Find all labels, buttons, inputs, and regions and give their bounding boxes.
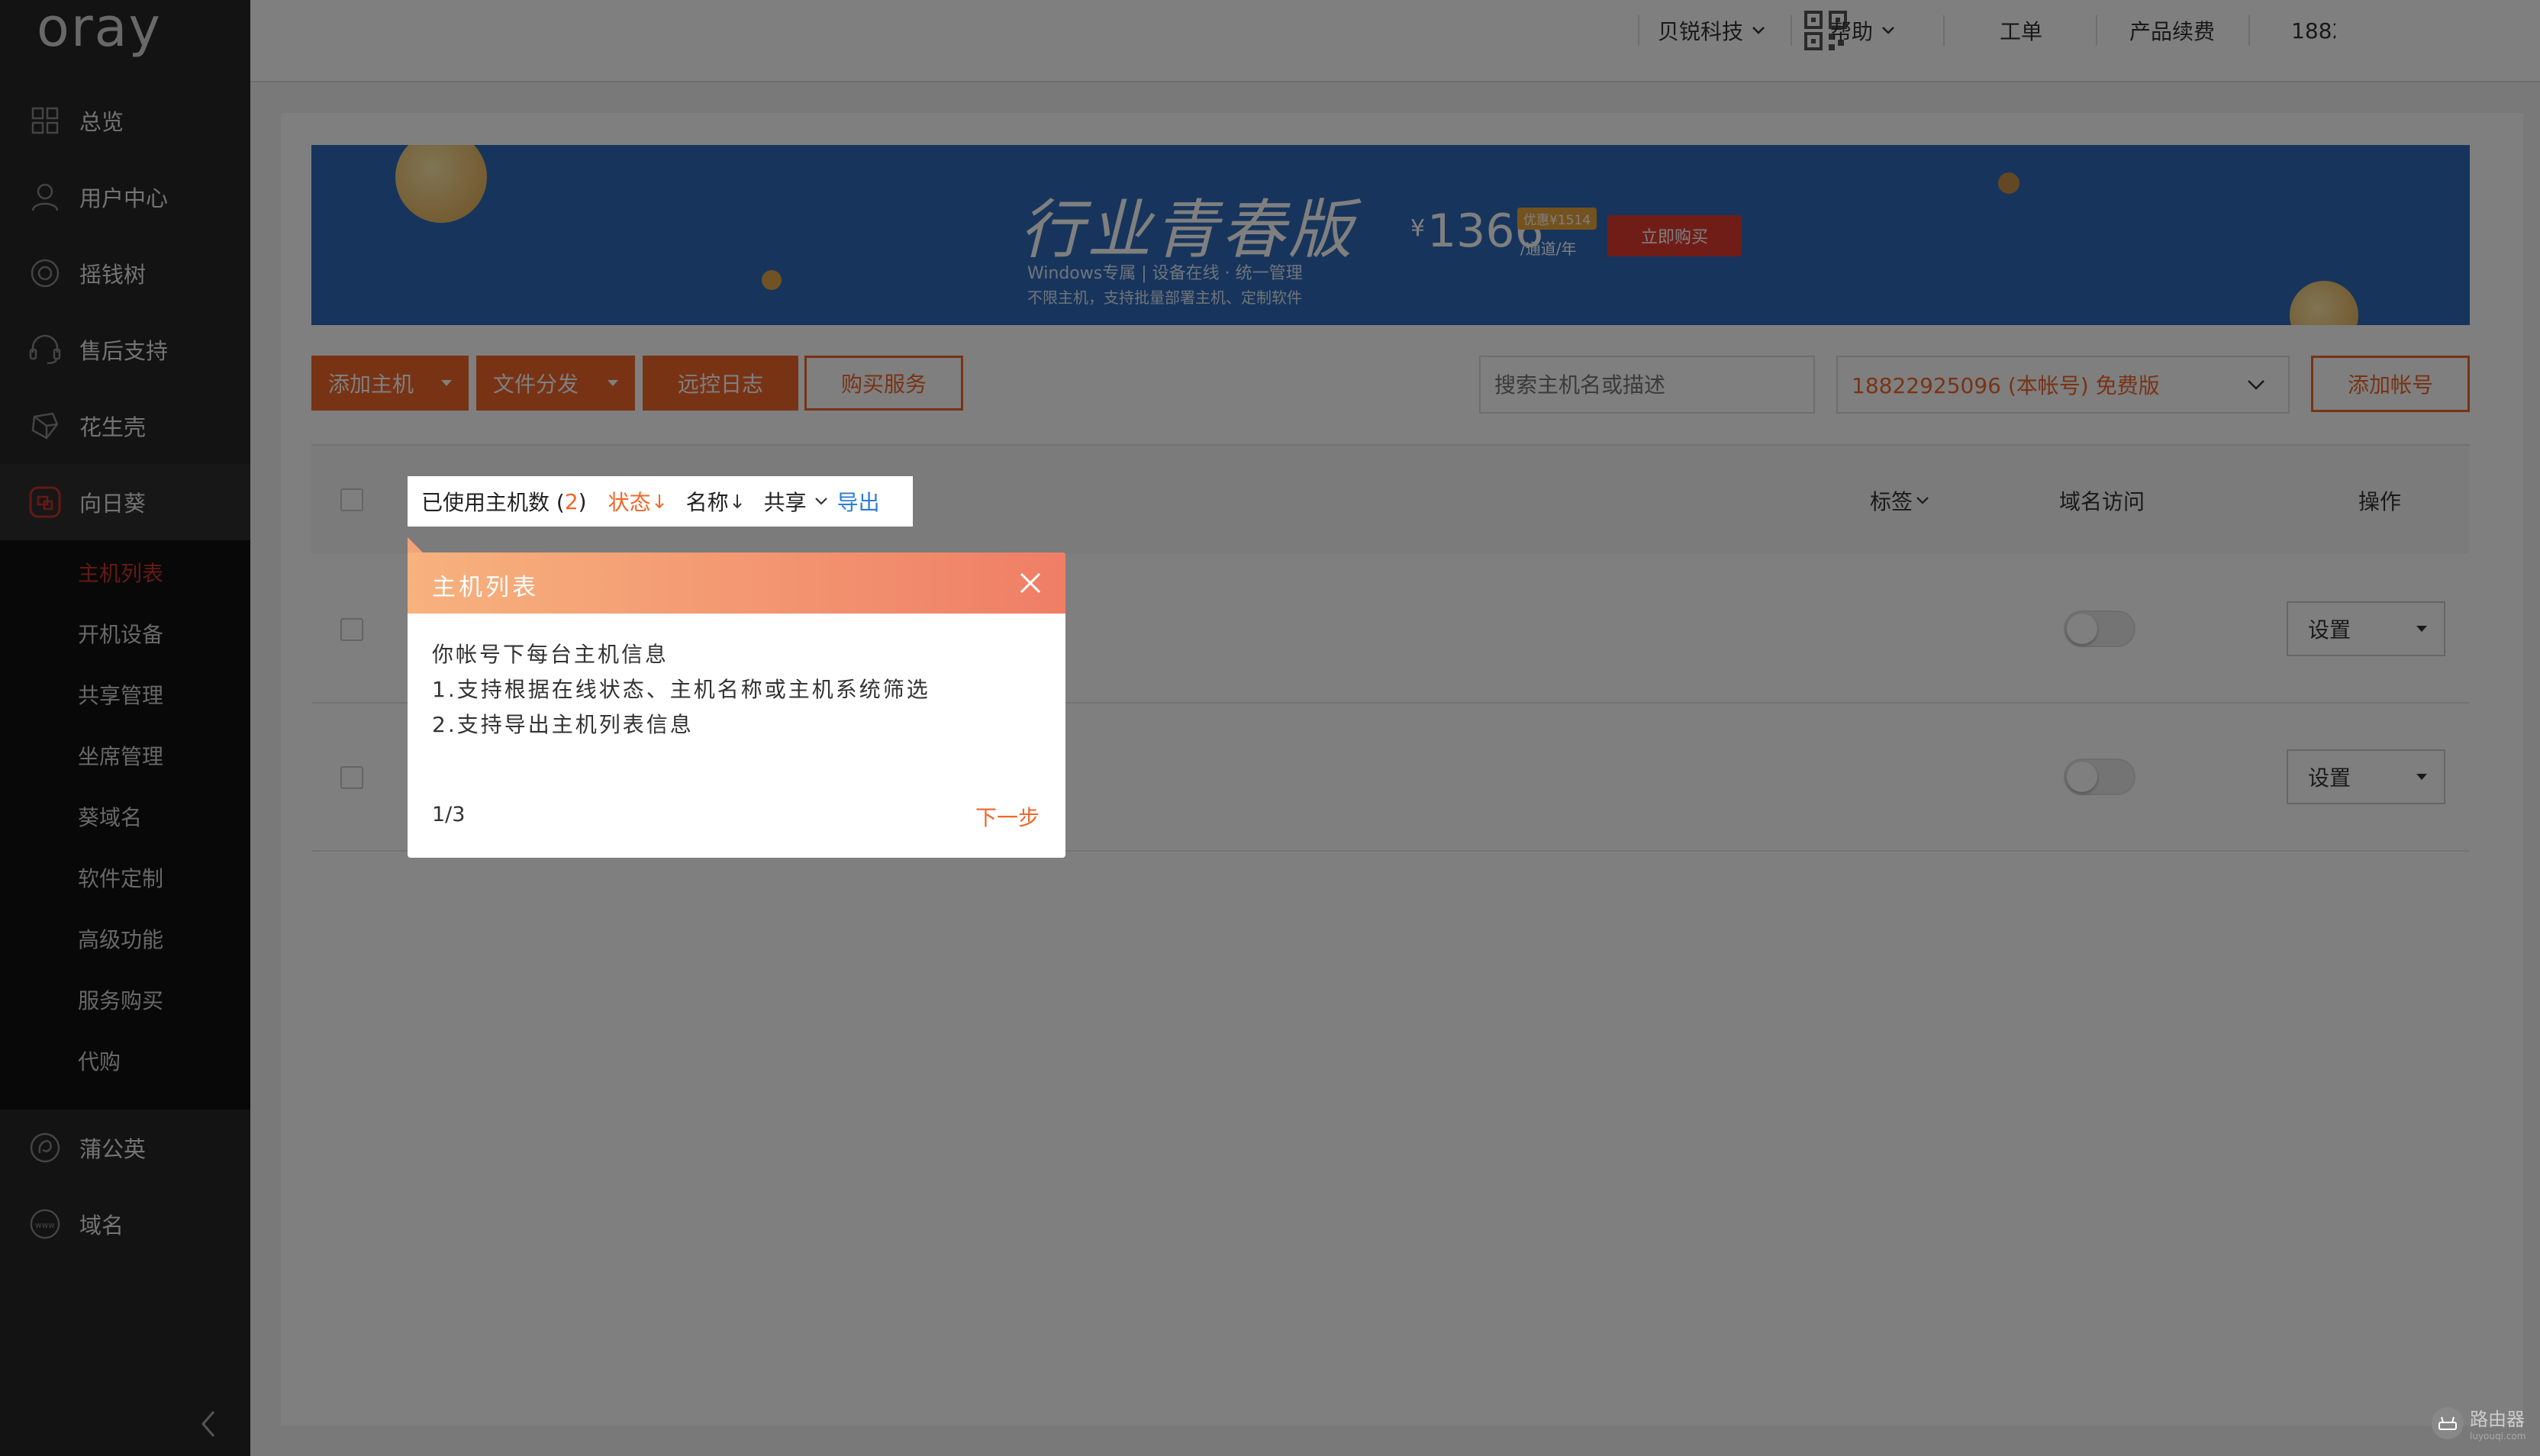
used-host-count: 2 bbox=[564, 488, 579, 514]
share-filter[interactable]: 共享 bbox=[764, 486, 828, 517]
next-step-button[interactable]: 下一步 bbox=[975, 801, 1040, 832]
popup-pointer bbox=[408, 537, 424, 554]
sort-status-label: 状态 bbox=[608, 490, 651, 515]
used-host-count-prefix: 已使用主机数 ( bbox=[421, 490, 565, 515]
export-link[interactable]: 导出 bbox=[837, 486, 880, 517]
sort-name-label: 名称 bbox=[685, 490, 729, 515]
popup-title: 主机列表 bbox=[432, 574, 539, 601]
sort-name[interactable]: 名称 bbox=[686, 486, 743, 517]
popup-header: 主机列表 bbox=[408, 552, 1065, 614]
guide-popup: 主机列表 你帐号下每台主机信息 1.支持根据在线状态、主机名称或主机系统筛选 2… bbox=[408, 552, 1065, 858]
chevron-down-icon bbox=[814, 498, 827, 505]
popup-line-3: 2.支持导出主机列表信息 bbox=[432, 712, 694, 737]
sort-status[interactable]: 状态 bbox=[608, 486, 665, 517]
watermark-sub: luyouqi.com bbox=[2470, 1431, 2526, 1442]
router-icon bbox=[2432, 1406, 2464, 1439]
watermark-text: 路由器 bbox=[2470, 1409, 2525, 1430]
guide-overlay[interactable] bbox=[0, 0, 2540, 1456]
share-filter-label: 共享 bbox=[763, 490, 807, 515]
close-icon[interactable] bbox=[1015, 568, 1046, 598]
used-host-count-suffix: ) bbox=[578, 488, 587, 514]
arrow-down-icon bbox=[654, 494, 664, 509]
arrow-down-icon bbox=[732, 494, 742, 509]
popup-line-1: 你帐号下每台主机信息 bbox=[432, 642, 669, 667]
popup-line-2: 1.支持根据在线状态、主机名称或主机系统筛选 bbox=[432, 677, 930, 702]
host-count-filter-bar: 已使用主机数 (2) 状态 名称 共享 导出 bbox=[408, 476, 913, 527]
watermark: 路由器 luyouqi.com bbox=[2432, 1404, 2525, 1442]
popup-page-indicator: 1/3 bbox=[432, 803, 466, 826]
